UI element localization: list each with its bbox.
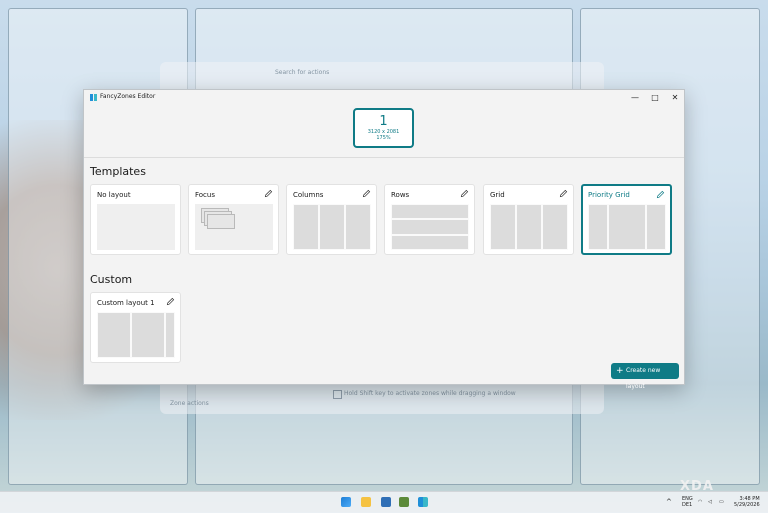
title-bar[interactable]: FancyZones Editor — □ ✕ <box>84 90 684 106</box>
edit-pencil-icon[interactable] <box>656 190 665 199</box>
layout-preview <box>97 312 175 358</box>
edit-pencil-icon[interactable] <box>166 297 175 306</box>
layout-name: Grid <box>490 191 505 199</box>
monitor-scale: 175% <box>376 135 391 141</box>
background-checkbox-label: Hold Shift key to activate zones while d… <box>344 390 516 397</box>
layout-card-priority-grid[interactable]: Priority Grid <box>581 184 672 255</box>
layout-card-columns[interactable]: Columns <box>286 184 377 255</box>
minimize-button[interactable]: — <box>628 92 642 104</box>
templates-heading: Templates <box>90 165 146 178</box>
layout-card-custom-1[interactable]: Custom layout 1 <box>90 292 181 363</box>
edit-pencil-icon[interactable] <box>559 189 568 198</box>
layout-card-focus[interactable]: Focus <box>188 184 279 255</box>
clock-date: 5/29/2026 <box>734 502 760 508</box>
edit-pencil-icon[interactable] <box>264 189 273 198</box>
fancyzones-icon[interactable] <box>418 497 428 507</box>
edit-pencil-icon[interactable] <box>460 189 469 198</box>
monitor-number: 1 <box>379 114 388 129</box>
layout-card-no-layout[interactable]: No layout <box>90 184 181 255</box>
background-checkbox <box>333 390 342 399</box>
chevron-up-icon[interactable]: ^ <box>666 499 672 506</box>
layout-preview <box>490 204 568 250</box>
monitor-card[interactable]: 1 3120 x 2081 175% <box>353 108 414 148</box>
layout-preview <box>391 204 469 250</box>
layout-card-grid[interactable]: Grid <box>483 184 574 255</box>
wifi-icon[interactable]: ◠ <box>698 499 702 505</box>
layout-preview <box>195 204 273 250</box>
close-button[interactable]: ✕ <box>668 92 682 104</box>
taskbar: ^ ENG DE1 ◠ ◁ ▭ 3:48 PM 5/29/2026 <box>0 491 768 513</box>
background-footer-text: Zone actions <box>170 400 209 407</box>
layout-name: Rows <box>391 191 410 199</box>
fancyzones-editor-window: FancyZones Editor — □ ✕ 1 3120 x 2081 17… <box>83 89 685 390</box>
layout-card-rows[interactable]: Rows <box>384 184 475 255</box>
layout-name: No layout <box>97 191 131 199</box>
custom-heading: Custom <box>90 273 133 286</box>
edit-pencil-icon[interactable] <box>362 189 371 198</box>
layout-preview <box>293 204 371 250</box>
maximize-button[interactable]: □ <box>648 92 662 104</box>
divider <box>84 157 684 158</box>
app-icon[interactable] <box>399 497 409 507</box>
clock[interactable]: 3:48 PM 5/29/2026 <box>734 496 760 508</box>
window-title: FancyZones Editor <box>100 93 156 100</box>
volume-icon[interactable]: ◁ <box>708 499 712 505</box>
language-line2: DE1 <box>682 502 693 508</box>
monitor-selector: 1 3120 x 2081 175% <box>84 106 684 157</box>
layout-preview <box>97 204 175 250</box>
create-new-layout-button[interactable]: + Create new layout <box>611 363 679 390</box>
layout-name: Focus <box>195 191 215 199</box>
layout-name: Priority Grid <box>588 191 630 199</box>
layout-preview <box>588 204 666 250</box>
fancyzones-app-icon <box>90 94 97 101</box>
plus-icon: + <box>616 366 624 376</box>
battery-icon[interactable]: ▭ <box>719 499 724 505</box>
store-icon[interactable] <box>381 497 391 507</box>
language-indicator[interactable]: ENG DE1 <box>682 496 693 508</box>
layout-name: Columns <box>293 191 324 199</box>
file-explorer-icon[interactable] <box>361 497 371 507</box>
windows-start-icon[interactable] <box>341 497 351 507</box>
background-search-placeholder: Search for actions <box>275 69 330 76</box>
layout-name: Custom layout 1 <box>97 299 155 307</box>
